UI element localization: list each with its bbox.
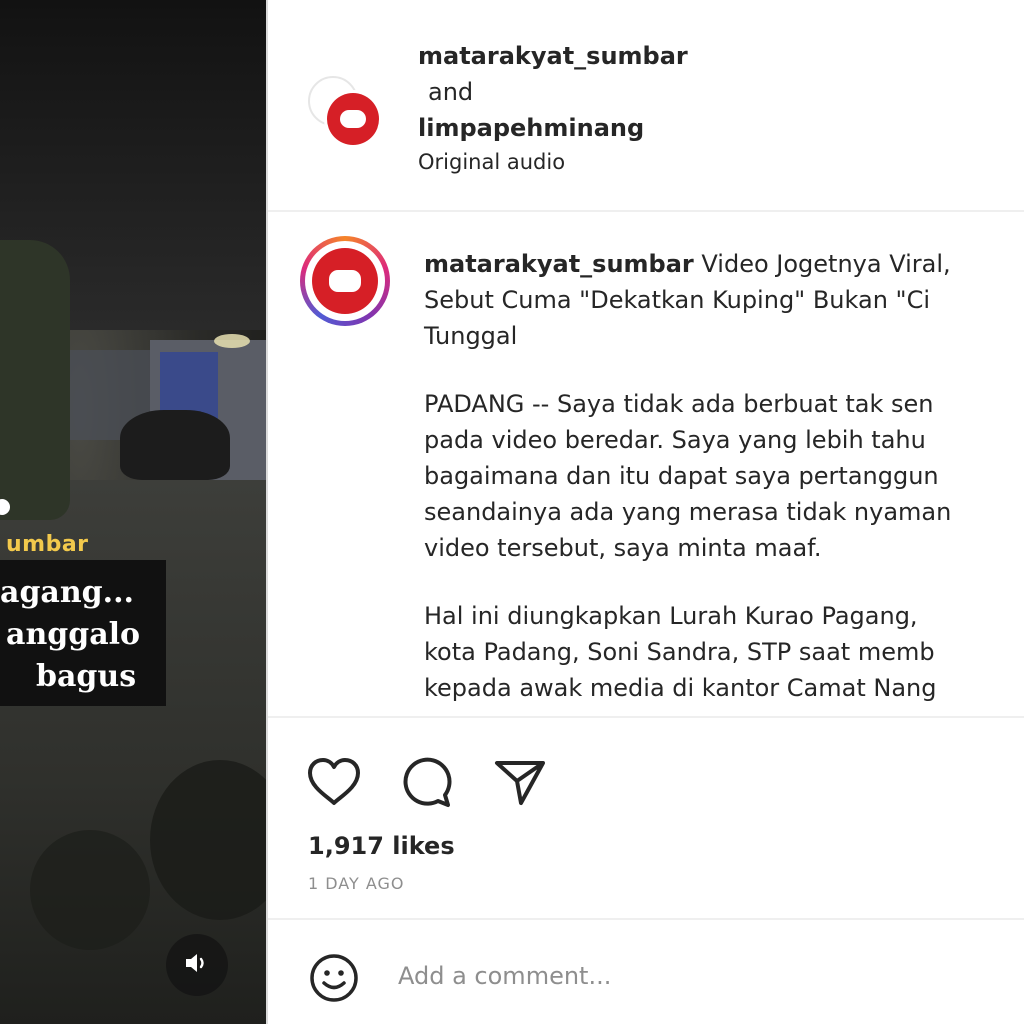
caption-title-line: Tunggal (424, 322, 518, 350)
caption-username[interactable]: matarakyat_sumbar (424, 250, 694, 278)
avatar-primary[interactable] (324, 90, 382, 148)
video-caption-line: agang... (0, 575, 134, 610)
comment-icon[interactable] (396, 752, 456, 812)
audio-link[interactable]: Original audio (418, 144, 688, 180)
caption-text-line: kota Padang, Soni Sandra, STP saat memb (424, 638, 935, 666)
post-header: matarakyat_sumbar and limpapehminang Ori… (268, 0, 1024, 212)
speaker-icon (184, 952, 210, 978)
video-motorbike (120, 410, 230, 480)
comment-input[interactable] (398, 950, 998, 1002)
post-timestamp: 1 DAY AGO (308, 874, 405, 893)
like-count[interactable]: 1,917 likes (308, 832, 455, 860)
post-caption: matarakyat_sumbar Video Jogetnya Viral, … (424, 246, 1024, 706)
caption-text-line: seandainya ada yang merasa tidak nyaman (424, 498, 952, 526)
mute-button[interactable] (166, 934, 228, 996)
heart-icon[interactable] (304, 752, 364, 812)
caption-title-line: Sebut Cuma "Dekatkan Kuping" Bukan "Ci (424, 286, 931, 314)
account-logo-icon (312, 248, 378, 314)
account-logo-icon (327, 93, 379, 145)
caption-text-line: PADANG -- Saya tidak ada berbuat tak sen (424, 390, 934, 418)
post-caption-area: matarakyat_sumbar Video Jogetnya Viral, … (268, 214, 1024, 714)
caption-text-line: Hal ini diungkapkan Lurah Kurao Pagang, (424, 602, 918, 630)
comment-bar (268, 918, 1024, 1024)
collab-avatars[interactable] (308, 76, 388, 148)
post-actions: 1,917 likes 1 DAY AGO (268, 716, 1024, 916)
header-accounts: matarakyat_sumbar and limpapehminang Ori… (418, 38, 688, 180)
video-caption-line: anggalo (6, 617, 141, 652)
emoji-icon[interactable] (306, 950, 362, 1006)
video-frame (0, 0, 266, 1024)
caption-text-line: video tersebut, saya minta maaf. (424, 534, 822, 562)
video-overlay-username: umbar (6, 532, 89, 557)
caption-title-line: Video Jogetnya Viral, (701, 250, 951, 278)
caption-text-line: bagaimana dan itu dapat saya pertanggun (424, 462, 939, 490)
caption-text-line: kepada awak media di kantor Camat Nang (424, 674, 937, 702)
video-caption-box: agang... anggalo bagus (0, 560, 166, 706)
caption-text-line: pada video beredar. Saya yang lebih tahu (424, 426, 926, 454)
video-lamp (214, 334, 250, 348)
header-username-primary[interactable]: matarakyat_sumbar (418, 38, 688, 74)
send-icon[interactable] (490, 752, 550, 812)
video-person (0, 240, 70, 520)
header-joiner: and (428, 78, 474, 106)
video-shadow (30, 830, 150, 950)
header-username-secondary[interactable]: limpapehminang (418, 110, 688, 146)
video-caption-line: bagus (36, 659, 137, 694)
caption-avatar[interactable] (300, 236, 390, 326)
video-player[interactable]: umbar agang... anggalo bagus (0, 0, 266, 1024)
